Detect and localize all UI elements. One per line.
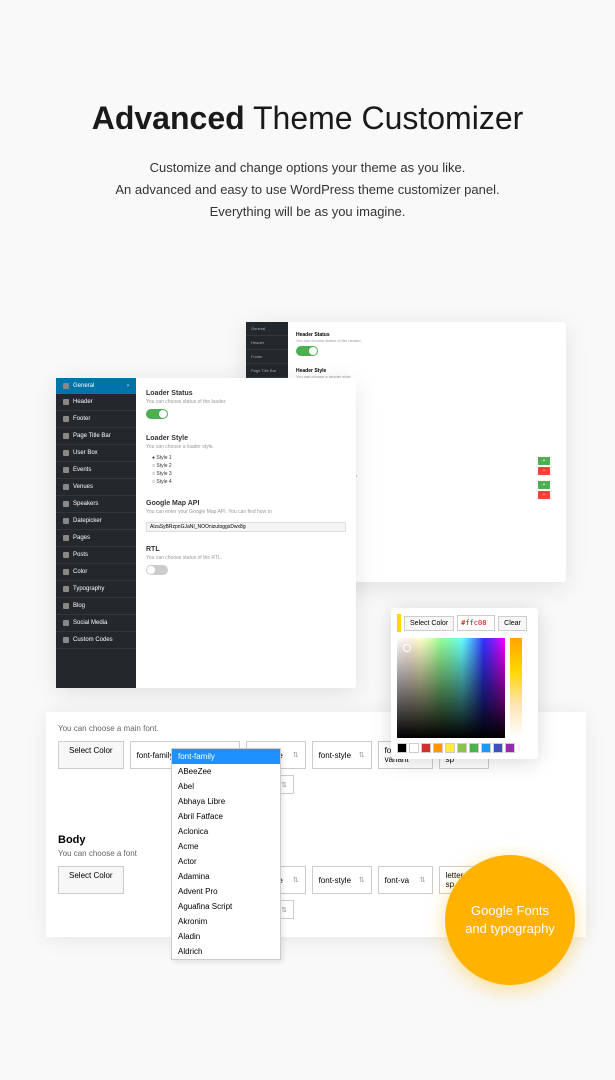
sidebar-item[interactable]: Events (56, 462, 136, 479)
sidebar-item[interactable]: Posts (56, 547, 136, 564)
menu-icon (63, 586, 69, 592)
sidebar-item[interactable]: Header (246, 336, 288, 350)
sidebar-item[interactable]: User Box (56, 445, 136, 462)
sidebar-item[interactable]: General (246, 322, 288, 336)
loader-status-title: Loader Status (146, 390, 346, 397)
sidebar-active-item[interactable]: General › (56, 378, 136, 394)
sidebar-item[interactable]: Pages (56, 530, 136, 547)
alt-logo-delete-button[interactable]: − (538, 491, 550, 499)
menu-icon (63, 637, 69, 643)
menu-icon (63, 535, 69, 541)
menu-icon (63, 484, 69, 490)
gmap-api-input[interactable] (146, 522, 346, 532)
color-preview-bar (397, 614, 401, 632)
dropdown-option[interactable]: Acme (172, 839, 280, 854)
select-color-button[interactable]: Select Color (404, 616, 454, 631)
google-fonts-badge: Google Fonts and typography (445, 855, 575, 985)
rtl-toggle[interactable] (146, 565, 168, 575)
color-swatch[interactable] (493, 743, 503, 753)
dropdown-option[interactable]: ABeeZee (172, 764, 280, 779)
gear-icon (63, 383, 69, 389)
color-swatch[interactable] (469, 743, 479, 753)
menu-icon (63, 399, 69, 405)
menu-icon (63, 467, 69, 473)
menu-icon (63, 416, 69, 422)
dropdown-option[interactable]: Abel (172, 779, 280, 794)
color-swatch[interactable] (433, 743, 443, 753)
font-style-select-1[interactable]: font-style⇅ (312, 741, 372, 769)
sidebar-item[interactable]: Page Title Bar (246, 364, 288, 378)
sidebar-item[interactable]: Venues (56, 479, 136, 496)
font-family-dropdown[interactable]: font-familyABeeZeeAbelAbhaya LibreAbril … (171, 748, 281, 960)
sidebar-item[interactable]: Typography (56, 581, 136, 598)
color-swatch[interactable] (445, 743, 455, 753)
color-gradient-area[interactable] (397, 638, 505, 738)
sidebar-item[interactable]: Social Media (56, 615, 136, 632)
loader-style-options[interactable]: ● Style 1○ Style 2○ Style 3○ Style 4 (146, 454, 346, 486)
sidebar-item[interactable]: Blog (56, 598, 136, 615)
color-swatch[interactable] (481, 743, 491, 753)
dropdown-option[interactable]: Aladin (172, 929, 280, 944)
logo-add-button[interactable]: + (538, 457, 550, 465)
menu-icon (63, 620, 69, 626)
sidebar-item[interactable]: Speakers (56, 496, 136, 513)
dropdown-option[interactable]: Actor (172, 854, 280, 869)
chevron-right-icon: › (127, 383, 129, 389)
sidebar-item[interactable]: Footer (246, 350, 288, 364)
body-font-title: Body (58, 834, 574, 846)
dropdown-option[interactable]: Aclonica (172, 824, 280, 839)
select-color-button-2[interactable]: Select Color (58, 866, 124, 894)
color-swatches (397, 743, 532, 753)
color-swatch[interactable] (457, 743, 467, 753)
menu-icon (63, 603, 69, 609)
sidebar-item[interactable]: Footer (56, 411, 136, 428)
clear-button[interactable]: Clear (498, 616, 527, 631)
font-style-select-2[interactable]: font-style⇅ (312, 866, 372, 894)
dropdown-option[interactable]: Aldrich (172, 944, 280, 959)
hero-description: Customize and change options your theme … (40, 157, 575, 223)
color-picker: Select Color Clear (391, 608, 538, 759)
menu-icon (63, 433, 69, 439)
font-variant-select-2[interactable]: font-va⇅ (378, 866, 433, 894)
dropdown-option[interactable]: Aguafina Script (172, 899, 280, 914)
sidebar-item[interactable]: Color (56, 564, 136, 581)
gmap-title: Google Map API (146, 500, 346, 507)
customizer-panel-general: General › HeaderFooterPage Title BarUser… (56, 378, 356, 688)
hero-section: Advanced Theme Customizer Customize and … (0, 0, 615, 263)
panel1-content: Loader Status You can choose status of t… (136, 378, 356, 688)
sidebar-item[interactable]: Datepicker (56, 513, 136, 530)
rtl-title: RTL (146, 546, 346, 553)
sidebar-menu-1: General › HeaderFooterPage Title BarUser… (56, 378, 136, 688)
dropdown-option[interactable]: Adamina (172, 869, 280, 884)
menu-icon (63, 501, 69, 507)
hero-title: Advanced Theme Customizer (40, 100, 575, 137)
menu-icon (63, 569, 69, 575)
alt-logo-add-button[interactable]: + (538, 481, 550, 489)
sidebar-item[interactable]: Custom Codes (56, 632, 136, 649)
sidebar-item[interactable]: Header (56, 394, 136, 411)
loader-style-title: Loader Style (146, 435, 346, 442)
menu-icon (63, 450, 69, 456)
menu-icon (63, 552, 69, 558)
header-status-toggle[interactable] (296, 346, 318, 356)
menu-icon (63, 518, 69, 524)
hex-input[interactable] (457, 615, 495, 631)
dropdown-option[interactable]: font-family (172, 749, 280, 764)
color-swatch[interactable] (409, 743, 419, 753)
dropdown-option[interactable]: Advent Pro (172, 884, 280, 899)
sidebar-item[interactable]: Page Title Bar (56, 428, 136, 445)
color-swatch[interactable] (505, 743, 515, 753)
dropdown-option[interactable]: Abhaya Libre (172, 794, 280, 809)
color-swatch[interactable] (397, 743, 407, 753)
dropdown-option[interactable]: Akronim (172, 914, 280, 929)
select-color-button-1[interactable]: Select Color (58, 741, 124, 769)
loader-status-toggle[interactable] (146, 409, 168, 419)
dropdown-option[interactable]: Abril Fatface (172, 809, 280, 824)
hue-slider[interactable] (510, 638, 522, 738)
color-swatch[interactable] (421, 743, 431, 753)
